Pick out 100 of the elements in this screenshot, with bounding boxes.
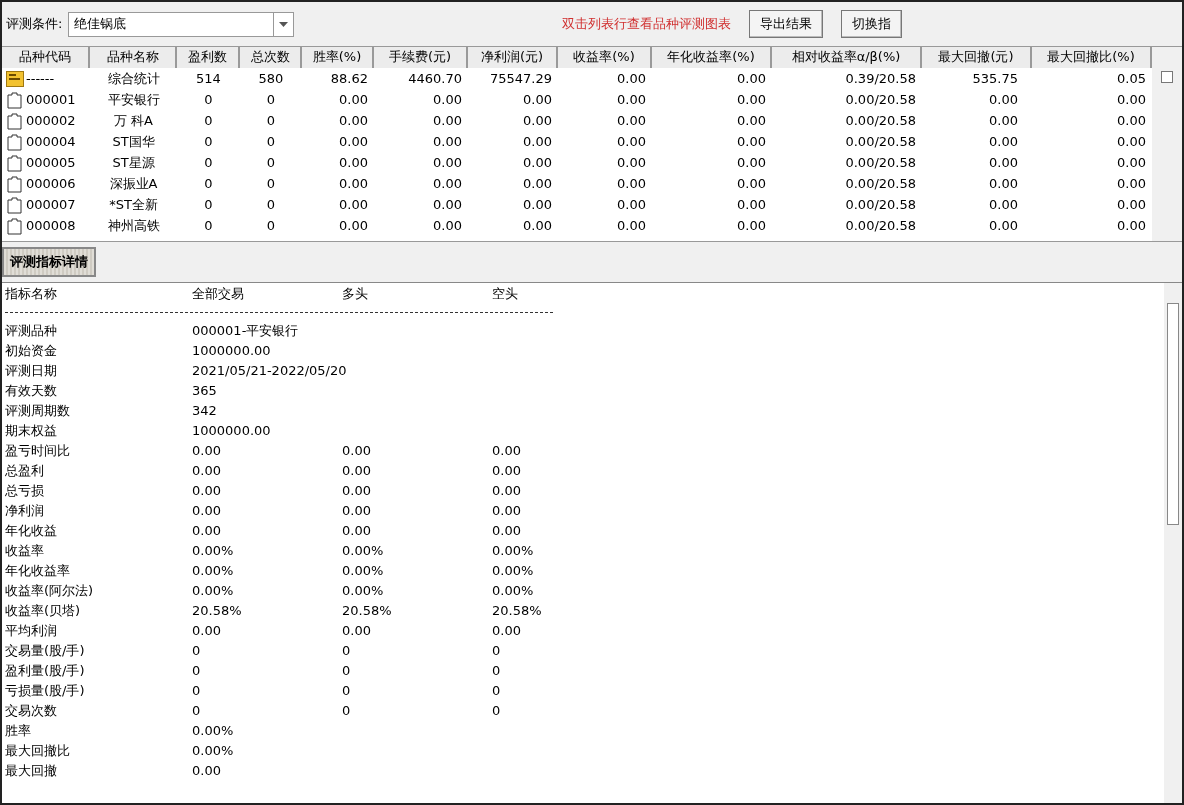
table-cell-text: 0.00 <box>736 69 767 88</box>
table-cell-text: 0.00 <box>432 153 463 172</box>
metric-value: 0.00 <box>192 502 222 521</box>
detail-column-header: 指标名称 <box>4 285 58 304</box>
table-cell-text: 0.00 <box>1116 153 1147 172</box>
toolbar-button[interactable]: 导出结果 <box>749 10 824 38</box>
condition-label: 评测条件: <box>6 15 63 34</box>
metric-value: 0.00% <box>492 562 535 581</box>
table-cell-text: 4460.70 <box>407 69 463 88</box>
document-icon <box>7 196 22 214</box>
table-cell-text: 0.00 <box>522 132 553 151</box>
metric-name: 最大回撤 <box>4 762 58 781</box>
table-cell-text: 0.00 <box>338 132 369 151</box>
metric-value: 20.58% <box>342 602 393 621</box>
metric-value: 0.00 <box>192 462 222 481</box>
table-cell: 000005 <box>2 152 90 173</box>
metric-value: 0.00 <box>492 622 522 641</box>
table-cell-text: 0 <box>203 216 214 235</box>
metric-name: 收益率(贝塔) <box>4 602 82 621</box>
table-cell-text: 88.62 <box>329 69 369 88</box>
table-cell-text: 0.00/20.58 <box>844 132 917 151</box>
metric-value: 0.00 <box>342 462 372 481</box>
metric-value: 0.00 <box>342 622 372 641</box>
metric-value: 0 <box>192 642 202 661</box>
table-cell-text: 514 <box>195 69 222 88</box>
table-cell-text: 0.00 <box>338 195 369 214</box>
table-cell-text: 75547.29 <box>488 69 553 88</box>
column-header[interactable]: 胜率(%) <box>302 47 374 68</box>
scrollbar[interactable] <box>1164 283 1182 803</box>
column-header[interactable]: 品种名称 <box>90 47 177 68</box>
table-cell-text: 0 <box>265 195 277 214</box>
table-cell-text: 0 <box>265 153 277 172</box>
table-cell-text: 0 <box>265 90 277 109</box>
table-cell-text: ST国华 <box>111 132 156 151</box>
metric-value: 0 <box>492 662 502 681</box>
metric-value: 0.00 <box>492 462 522 481</box>
table-cell-text: 深振业A <box>108 174 159 193</box>
table-cell-text: 0.00 <box>616 90 647 109</box>
table-cell: 000002 <box>2 110 90 131</box>
table-cell-text: 0.00 <box>522 174 553 193</box>
metric-value: 0.00% <box>192 562 235 581</box>
column-header[interactable]: 收益率(%) <box>558 47 652 68</box>
table-cell-text: 0.00 <box>616 216 647 235</box>
metric-value: 0.00% <box>342 542 385 561</box>
table-cell-text: 0.00 <box>616 174 647 193</box>
metric-value: 0.00 <box>342 482 372 501</box>
table-cell-text: 神州高铁 <box>106 216 161 235</box>
table-cell-text: 0.00 <box>338 174 369 193</box>
table-cell-text: 0.00 <box>736 132 767 151</box>
table-cell-text: 0 <box>203 111 214 130</box>
condition-select[interactable]: 绝佳锅底 <box>68 11 295 37</box>
table-cell-text: 0.00 <box>736 111 767 130</box>
metric-name: 亏损量(股/手) <box>4 682 86 701</box>
metric-name: 评测日期 <box>4 362 58 381</box>
table-cell-text: 0.00 <box>736 216 767 235</box>
column-header[interactable]: 盈利数 <box>177 47 240 68</box>
table-cell-text: 0 <box>203 174 214 193</box>
table-cell: 000004 <box>2 131 90 152</box>
table-cell-text: 0.00 <box>988 174 1019 193</box>
scrollbar-thumb[interactable] <box>1167 303 1179 525</box>
folder-icon <box>6 70 24 87</box>
column-header[interactable]: 最大回撤(元) <box>922 47 1032 68</box>
table-cell-text: 0.00 <box>522 216 553 235</box>
table-cell-text: 0.00/20.58 <box>844 153 917 172</box>
metric-value: 342 <box>192 402 218 421</box>
toolbar-button[interactable]: 切换指 <box>841 10 903 38</box>
table-cell-text: 万 科A <box>113 111 154 130</box>
column-header[interactable]: 手续费(元) <box>374 47 468 68</box>
metric-value: 0 <box>192 682 202 701</box>
table-cell-text: 0 <box>265 132 277 151</box>
table-cell: 000001 <box>2 89 90 110</box>
metric-name: 收益率 <box>4 542 45 561</box>
metric-value: 0.00 <box>192 442 222 461</box>
dropdown-caret-icon <box>279 21 289 27</box>
metric-value: 0.00 <box>492 442 522 461</box>
metric-value: 20.58% <box>492 602 543 621</box>
table-cell-text: 0.00 <box>616 195 647 214</box>
metric-value: 0 <box>492 702 502 721</box>
metric-value: 0.00 <box>342 522 372 541</box>
table-cell-text: 0.00 <box>736 153 767 172</box>
column-header[interactable]: 年化收益率(%) <box>652 47 772 68</box>
detail-tab[interactable]: 评测指标详情 <box>2 247 96 277</box>
table-cell-text: 综合统计 <box>106 69 161 88</box>
metric-value: 0 <box>342 642 352 661</box>
table-cell-text: 0.00 <box>988 153 1019 172</box>
column-header[interactable]: 总次数 <box>240 47 302 68</box>
table-cell-text: 0.00 <box>432 174 463 193</box>
column-header[interactable]: 净利润(元) <box>468 47 558 68</box>
column-header[interactable]: 品种代码 <box>2 47 90 68</box>
detail-column-header: 全部交易 <box>192 285 245 304</box>
table-cell-text: 0.39/20.58 <box>844 69 917 88</box>
table-cell-text: 0.00 <box>522 90 553 109</box>
metric-name: 收益率(阿尔法) <box>4 582 95 601</box>
table-cell-text: 0.00/20.58 <box>844 111 917 130</box>
document-icon <box>7 154 22 172</box>
table-cell-text: 0.00 <box>1116 132 1147 151</box>
column-header[interactable]: 相对收益率α/β(%) <box>772 47 922 68</box>
metric-value: 0.00 <box>492 522 522 541</box>
table-cell-text: 0 <box>265 111 277 130</box>
table-cell-text: 0.00/20.58 <box>844 174 917 193</box>
